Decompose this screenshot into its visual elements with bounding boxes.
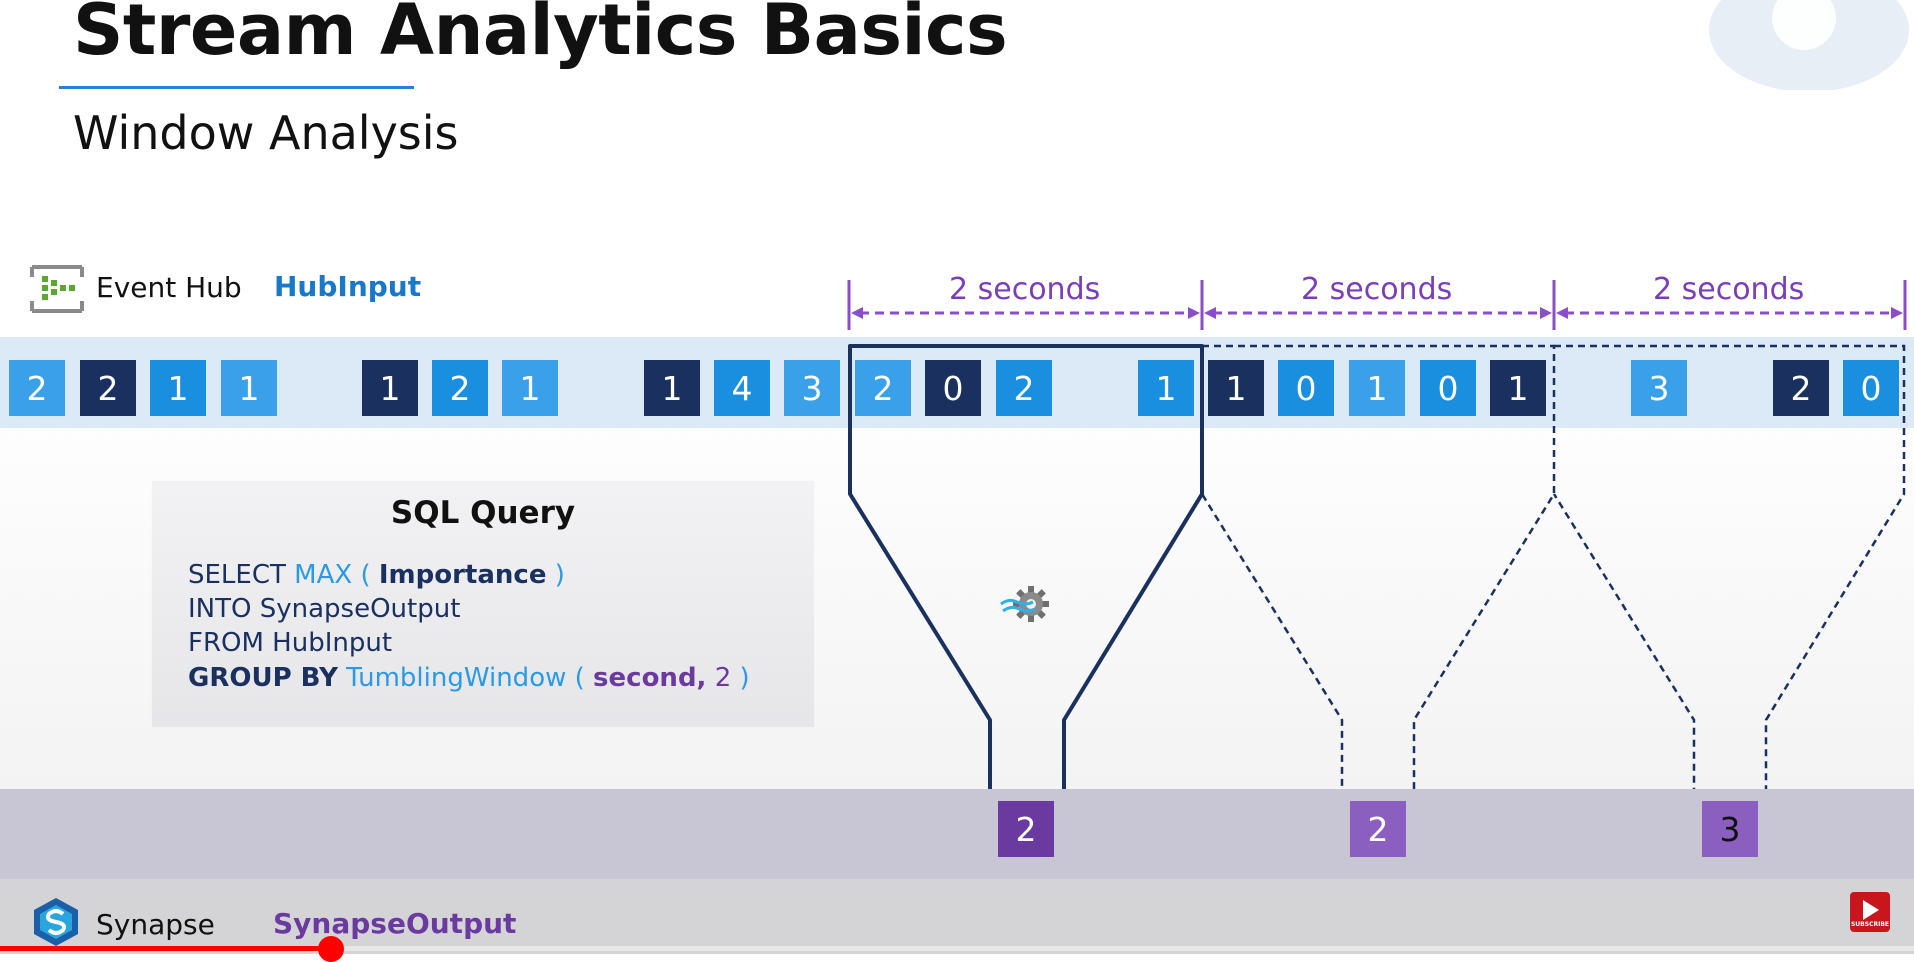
window-1-label: 2 seconds: [949, 272, 1101, 307]
output-band: [0, 789, 1914, 879]
subscribe-button[interactable]: SUBSCRIBE: [1850, 892, 1890, 932]
sql-line-from: FROM HubInput: [188, 628, 393, 658]
sql-keyword-select: SELECT: [188, 560, 286, 590]
sql-close-paren-2: ): [739, 663, 750, 693]
stream-analytics-gear-icon: [1000, 586, 1049, 622]
video-progress-handle[interactable]: [318, 936, 344, 962]
subscribe-icon: [1863, 900, 1879, 920]
synapse-icon: [34, 898, 78, 946]
sql-function-tumbling-window: TumblingWindow (: [346, 663, 585, 693]
sql-query-box: SQL Query SELECT MAX ( Importance ) INTO…: [152, 481, 814, 727]
window-2-result: 2: [1350, 801, 1406, 857]
window-3-label: 2 seconds: [1653, 272, 1805, 307]
slide-stage: Stream Analytics Basics Window Analysis …: [0, 0, 1914, 962]
sql-function-max: MAX (: [294, 560, 371, 590]
window-3-result: 3: [1702, 801, 1758, 857]
sql-line-group-by: GROUP BY TumblingWindow ( second, 2 ): [188, 663, 750, 693]
subscribe-label: SUBSCRIBE: [1850, 921, 1889, 928]
output-name-label: SynapseOutput: [273, 907, 517, 940]
window-2-label: 2 seconds: [1301, 272, 1453, 307]
video-progress-fill: [0, 946, 330, 951]
sql-query-title: SQL Query: [390, 495, 576, 531]
sql-column-importance: Importance: [378, 560, 547, 590]
sql-line-into: INTO SynapseOutput: [188, 594, 461, 624]
sql-keyword-group-by: GROUP BY: [188, 663, 338, 693]
sql-close-paren: ): [554, 560, 565, 590]
sql-arg-number: 2: [714, 663, 732, 693]
sql-line-select: SELECT MAX ( Importance ): [188, 560, 565, 590]
window-1-result: 2: [998, 801, 1054, 857]
sql-arg-second: second,: [593, 663, 707, 693]
output-service-label: Synapse: [96, 908, 215, 941]
